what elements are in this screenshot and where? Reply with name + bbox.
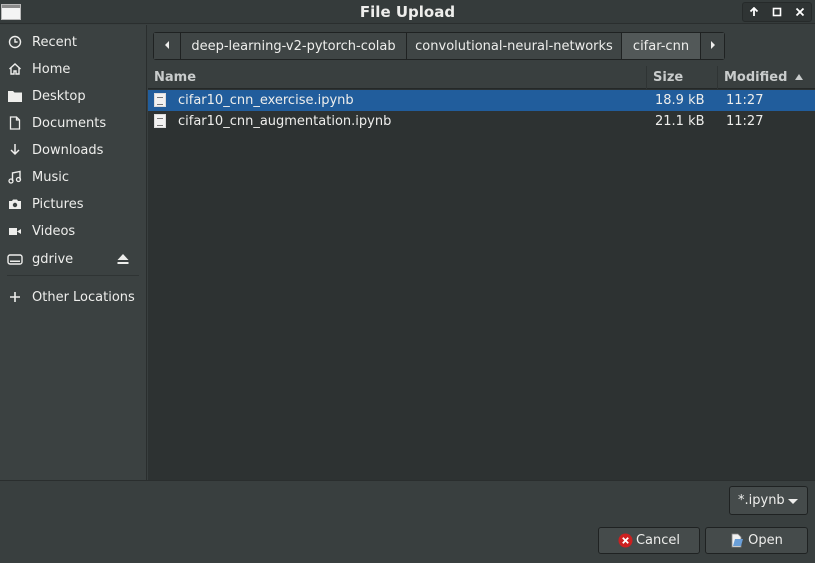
drive-icon bbox=[7, 251, 23, 267]
path-crumb-cifar[interactable]: cifar-cnn bbox=[622, 33, 701, 59]
eject-icon[interactable] bbox=[116, 252, 130, 266]
cancel-icon bbox=[618, 533, 633, 548]
open-file-icon bbox=[730, 533, 745, 548]
plus-icon bbox=[7, 289, 23, 305]
sidebar-item-recent[interactable]: Recent bbox=[0, 29, 146, 55]
sidebar-item-videos[interactable]: Videos bbox=[0, 218, 146, 244]
sort-ascending-icon bbox=[794, 70, 804, 85]
path-forward-button[interactable] bbox=[701, 33, 724, 59]
window-controls bbox=[742, 2, 812, 22]
window-title: File Upload bbox=[359, 3, 456, 21]
sidebar-item-label: Pictures bbox=[32, 196, 84, 212]
camera-icon bbox=[7, 196, 23, 212]
open-label: Open bbox=[748, 533, 783, 548]
download-icon bbox=[7, 142, 23, 158]
text-file-icon bbox=[154, 93, 166, 107]
close-icon[interactable] bbox=[788, 3, 811, 21]
sidebar-item-label: gdrive bbox=[32, 251, 74, 267]
home-icon bbox=[7, 61, 23, 77]
sidebar-item-label: Other Locations bbox=[32, 289, 135, 305]
sidebar-item-label: Videos bbox=[32, 223, 76, 239]
filter-value: *.ipynb bbox=[738, 493, 785, 508]
sidebar-item-label: Desktop bbox=[32, 88, 86, 104]
sidebar-item-desktop[interactable]: Desktop bbox=[0, 83, 146, 109]
folder-icon bbox=[7, 88, 23, 104]
file-modified: 11:27 bbox=[726, 114, 764, 129]
sidebar-item-label: Home bbox=[32, 61, 71, 77]
text-file-icon bbox=[154, 114, 166, 128]
path-back-button[interactable] bbox=[154, 33, 181, 59]
sidebar-item-pictures[interactable]: Pictures bbox=[0, 191, 146, 217]
sidebar-item-label: Downloads bbox=[32, 142, 104, 158]
video-icon bbox=[7, 223, 23, 239]
column-size[interactable]: Size bbox=[647, 66, 718, 89]
file-row[interactable]: cifar10_cnn_augmentation.ipynb 21.1 kB 1… bbox=[148, 111, 815, 132]
maximize-icon[interactable] bbox=[766, 3, 789, 21]
clock-icon bbox=[7, 34, 23, 50]
chevron-right-icon bbox=[709, 40, 717, 53]
sidebar-item-label: Documents bbox=[32, 115, 107, 131]
music-icon bbox=[7, 169, 23, 185]
sidebar-item-label: Music bbox=[32, 169, 69, 185]
chevron-left-icon bbox=[163, 40, 171, 53]
column-name[interactable]: Name bbox=[148, 66, 647, 89]
document-icon bbox=[7, 115, 23, 131]
sidebar-item-gdrive[interactable]: gdrive bbox=[0, 246, 146, 272]
sidebar-item-label: Recent bbox=[32, 34, 77, 50]
sidebar-divider bbox=[7, 275, 139, 276]
sidebar-item-documents[interactable]: Documents bbox=[0, 110, 146, 136]
open-button[interactable]: Open bbox=[705, 527, 808, 554]
sidebar-item-downloads[interactable]: Downloads bbox=[0, 137, 146, 163]
column-modified[interactable]: Modified bbox=[718, 66, 815, 89]
path-bar: deep-learning-v2-pytorch-colab convoluti… bbox=[153, 32, 725, 60]
chevron-down-icon bbox=[788, 499, 798, 504]
sidebar-item-other-locations[interactable]: Other Locations bbox=[0, 284, 146, 310]
file-type-filter[interactable]: *.ipynb bbox=[729, 486, 808, 515]
places-sidebar: Recent Home Desktop Documents Downloads … bbox=[0, 25, 147, 480]
file-list-header: Name Size Modified bbox=[148, 66, 815, 89]
file-name: cifar10_cnn_exercise.ipynb bbox=[178, 93, 354, 108]
sidebar-item-music[interactable]: Music bbox=[0, 164, 146, 190]
file-list: Name Size Modified cifar10_cnn_exercise.… bbox=[148, 66, 815, 480]
restore-up-icon[interactable] bbox=[743, 3, 766, 21]
cancel-button[interactable]: Cancel bbox=[598, 527, 700, 554]
title-bar: File Upload bbox=[0, 0, 815, 24]
path-crumb-deep-learning[interactable]: deep-learning-v2-pytorch-colab bbox=[181, 33, 407, 59]
file-row[interactable]: cifar10_cnn_exercise.ipynb 18.9 kB 11:27 bbox=[148, 90, 815, 111]
path-crumb-cnn[interactable]: convolutional-neural-networks bbox=[407, 33, 622, 59]
cancel-label: Cancel bbox=[635, 533, 681, 548]
file-modified: 11:27 bbox=[726, 93, 764, 108]
file-size: 21.1 kB bbox=[655, 114, 705, 129]
column-modified-label: Modified bbox=[724, 70, 788, 85]
sidebar-item-home[interactable]: Home bbox=[0, 56, 146, 82]
file-name: cifar10_cnn_augmentation.ipynb bbox=[178, 114, 392, 129]
file-size: 18.9 kB bbox=[655, 93, 705, 108]
